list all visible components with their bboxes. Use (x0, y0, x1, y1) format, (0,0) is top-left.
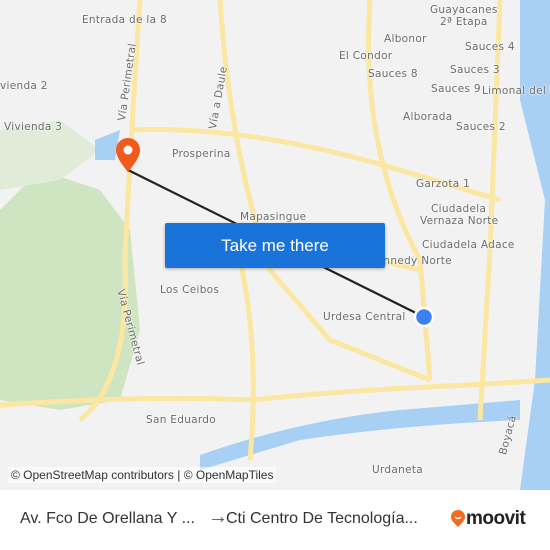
map-label: San Eduardo (146, 414, 217, 426)
map-label: Sauces 2 (456, 121, 506, 133)
map-label: Guayacanes (430, 4, 498, 16)
moovit-logo[interactable]: moovit (450, 508, 526, 530)
map-label: Mapasingue (240, 211, 307, 223)
map-label: Albonor (384, 33, 427, 45)
map-label: vienda 2 (0, 80, 48, 92)
moovit-pin-icon (451, 510, 465, 527)
water-body (520, 0, 550, 490)
origin-marker (413, 306, 435, 328)
map-label: El Condor (339, 50, 393, 62)
map-label: Prosperina (172, 148, 231, 160)
map-label: Alborada (403, 111, 453, 123)
map-label: Urdesa Central (323, 311, 406, 323)
water-body (95, 130, 120, 160)
map-label: Sauces 4 (465, 41, 515, 53)
map-label: Entrada de la 8 (82, 14, 167, 26)
map-label: Sauces 3 (450, 64, 500, 76)
route-footer: Av. Fco De Orellana Y ... → Cti Centro D… (0, 490, 550, 550)
map-label: Garzota 1 (416, 178, 471, 190)
map-label: Sauces 8 (368, 68, 418, 80)
brand-name: moovit (466, 508, 526, 529)
map-attribution[interactable]: © OpenStreetMap contributors | © OpenMap… (8, 467, 277, 483)
map-label: Urdaneta (372, 464, 423, 476)
destination-stop: Cti Centro De Tecnología... (226, 510, 418, 527)
map-label: Sauces 9 (431, 83, 481, 95)
map-label: Vivienda 3 (4, 121, 63, 133)
map-label: Ciudadela Adace (422, 239, 515, 251)
take-me-there-button[interactable]: Take me there (165, 223, 385, 268)
map-label: Vernaza Norte (420, 215, 499, 227)
map-label: Limonal del R (482, 85, 550, 97)
map-label: 2ª Etapa (440, 16, 488, 28)
arrow-right-icon: → (208, 506, 228, 528)
map[interactable]: Entrada de la 8 vienda 2 Vivienda 3 Vía … (0, 0, 550, 490)
map-label: Ciudadela (431, 203, 487, 215)
map-label: Los Ceibos (160, 284, 220, 296)
destination-pin-icon (116, 138, 140, 172)
origin-stop: Av. Fco De Orellana Y ... (20, 510, 195, 527)
